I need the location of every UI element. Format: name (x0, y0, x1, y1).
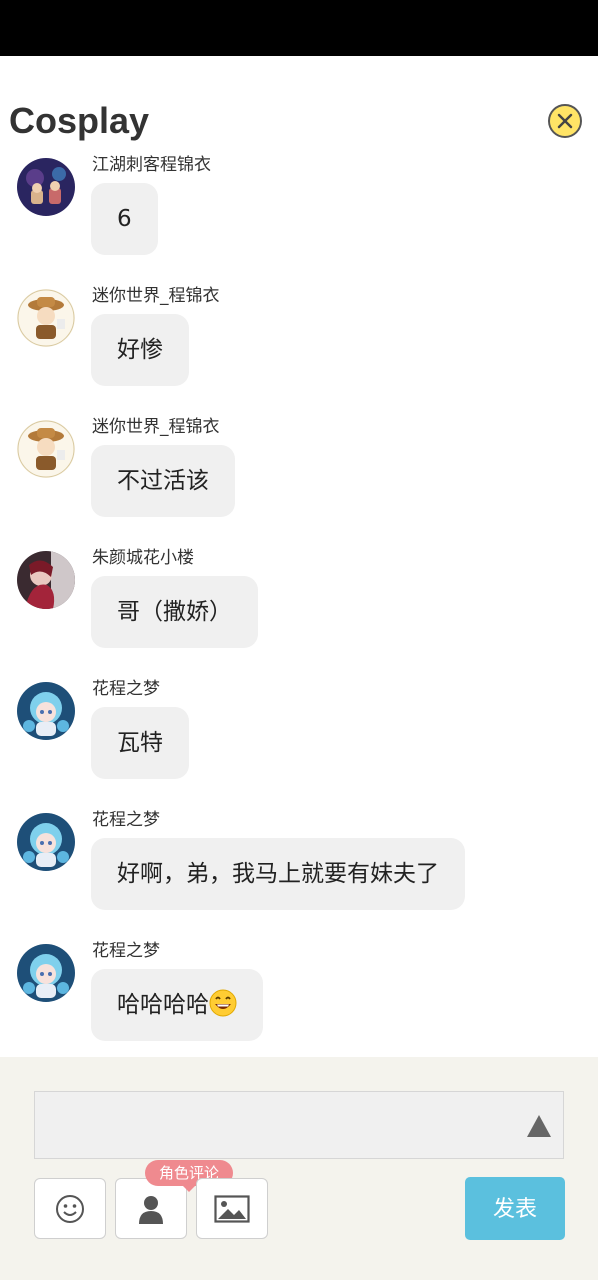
avatar-blue-hair-girl-icon (17, 813, 75, 871)
message-item: 花程之梦 瓦特 (0, 664, 598, 779)
page-title: Cosplay (9, 100, 150, 141)
message-username: 花程之梦 (92, 810, 160, 830)
comment-input[interactable] (34, 1091, 564, 1159)
message-bubble: 不过活该 (91, 445, 235, 517)
message-bubble: 哥（撒娇） (91, 576, 258, 648)
message-username: 花程之梦 (92, 679, 160, 699)
message-username: 花程之梦 (92, 941, 160, 961)
message-text: 哈哈哈哈 (117, 992, 209, 1018)
avatar-hat-character-icon (17, 420, 75, 478)
message-item: 迷你世界_程锦衣 好惨 (0, 271, 598, 386)
emoji-button[interactable] (34, 1178, 106, 1239)
message-username: 迷你世界_程锦衣 (92, 417, 220, 437)
message-bubble: 瓦特 (91, 707, 189, 779)
message-item: 朱颜城花小楼 哥（撒娇） (0, 533, 598, 648)
status-bar (0, 0, 598, 56)
avatar-blue-hair-girl-icon (17, 682, 75, 740)
message-bubble: 6 (91, 183, 158, 255)
message-item: 迷你世界_程锦衣 不过活该 (0, 402, 598, 517)
person-icon (139, 1195, 163, 1224)
avatar[interactable] (17, 420, 75, 478)
avatar[interactable] (17, 944, 75, 1002)
close-icon (557, 113, 573, 129)
message-item: 花程之梦 哈哈哈哈 (0, 926, 598, 1041)
send-button[interactable]: 发表 (465, 1177, 565, 1240)
avatar[interactable] (17, 289, 75, 347)
message-item: 花程之梦 好啊，弟，我马上就要有妹夫了 (0, 795, 598, 910)
avatar[interactable] (17, 158, 75, 216)
message-username: 江湖刺客程锦衣 (92, 155, 211, 175)
message-username: 朱颜城花小楼 (92, 548, 194, 568)
avatar-hat-character-icon (17, 289, 75, 347)
composer: 角色评论 发表 (0, 1057, 598, 1280)
avatar[interactable] (17, 682, 75, 740)
image-button[interactable] (196, 1178, 268, 1239)
avatar-red-figure-icon (17, 551, 75, 609)
avatar[interactable] (17, 551, 75, 609)
message-username: 迷你世界_程锦衣 (92, 286, 220, 306)
image-icon (214, 1194, 250, 1223)
triangle-up-icon[interactable] (526, 1113, 552, 1139)
role-comment-button[interactable] (115, 1178, 187, 1239)
smiley-icon (56, 1194, 84, 1223)
avatar-dark-scene-icon (17, 158, 75, 216)
message-bubble: 好惨 (91, 314, 189, 386)
avatar-blue-hair-girl-icon (17, 944, 75, 1002)
avatar[interactable] (17, 813, 75, 871)
message-bubble: 好啊，弟，我马上就要有妹夫了 (91, 838, 465, 910)
grinning-face-emoji-icon (209, 989, 237, 1016)
close-button[interactable] (548, 104, 582, 138)
message-bubble: 哈哈哈哈 (91, 969, 263, 1041)
message-item: 江湖刺客程锦衣 6 (0, 140, 598, 255)
